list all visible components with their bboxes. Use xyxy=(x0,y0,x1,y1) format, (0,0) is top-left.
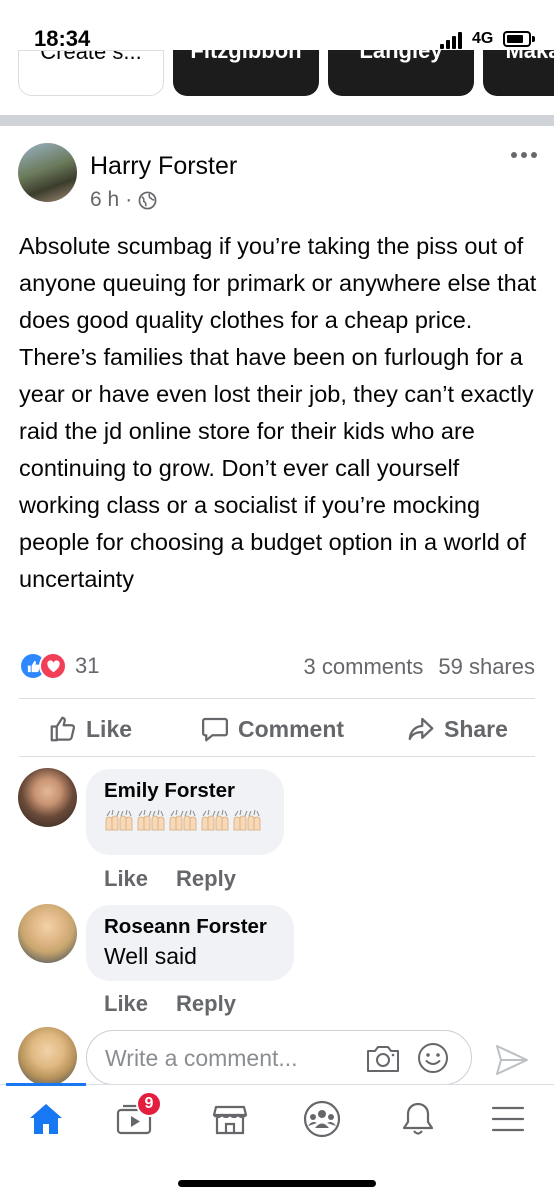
status-time: 18:34 xyxy=(34,26,91,51)
camera-icon[interactable] xyxy=(365,1042,401,1074)
post-author-name[interactable]: Harry Forster xyxy=(90,152,237,181)
raised-hands-emoji-icon xyxy=(233,809,261,831)
comment-input[interactable]: Write a comment... xyxy=(86,1030,472,1085)
battery-icon xyxy=(503,31,535,47)
love-reaction-icon xyxy=(39,652,67,680)
raised-hands-emoji-icon xyxy=(201,809,229,831)
tab-groups[interactable] xyxy=(292,1097,352,1141)
bell-icon xyxy=(402,1102,434,1135)
comment-like-button[interactable]: Like xyxy=(104,866,148,892)
commenter-avatar[interactable] xyxy=(18,904,77,963)
signal-icon xyxy=(440,32,466,49)
story-chip-create[interactable]: Create s... xyxy=(18,50,164,96)
commenter-name[interactable]: Roseann Forster xyxy=(104,915,276,939)
thumbs-up-icon xyxy=(50,716,76,742)
comment-actions: Like Reply xyxy=(104,991,236,1017)
like-button[interactable]: Like xyxy=(48,714,132,744)
send-icon[interactable] xyxy=(494,1042,530,1078)
commenter-avatar[interactable] xyxy=(18,768,77,827)
more-options-icon[interactable] xyxy=(510,150,538,160)
comment-reply-button[interactable]: Reply xyxy=(176,991,236,1017)
comment-reply-button[interactable]: Reply xyxy=(176,866,236,892)
comment-bubble: Emily Forster xyxy=(86,769,284,855)
my-avatar xyxy=(18,1027,77,1086)
comment-button[interactable]: Comment xyxy=(200,714,344,744)
story-chip[interactable]: Fitzgibbon xyxy=(173,50,319,96)
tab-watch[interactable]: 9 xyxy=(104,1091,164,1141)
story-label: Create s... xyxy=(40,50,142,64)
story-label: Maka xyxy=(505,50,554,63)
comment-like-button[interactable]: Like xyxy=(104,991,148,1017)
commenter-name[interactable]: Emily Forster xyxy=(104,779,266,803)
tab-notifications[interactable] xyxy=(388,1097,448,1141)
comment-icon xyxy=(202,717,228,742)
section-divider xyxy=(0,115,554,126)
raised-hands-emoji-icon xyxy=(169,809,197,831)
story-chip[interactable]: Maka xyxy=(483,50,554,96)
engagement-counts: 3 comments 59 shares xyxy=(304,654,535,680)
tab-marketplace[interactable] xyxy=(200,1097,260,1141)
active-tab-indicator xyxy=(6,1083,86,1086)
notification-badge: 9 xyxy=(136,1091,162,1117)
comment-bubble: Roseann Forster Well said xyxy=(86,905,294,981)
marketplace-icon xyxy=(212,1105,248,1135)
emoji-icon[interactable] xyxy=(417,1042,449,1074)
post-action-bar: Like Comment Share xyxy=(0,706,554,754)
comment-text: Well said xyxy=(104,943,197,969)
post-author-avatar[interactable] xyxy=(18,143,77,202)
groups-icon xyxy=(303,1100,341,1138)
story-chip[interactable]: Langley xyxy=(328,50,474,96)
story-label: Fitzgibbon xyxy=(190,50,302,63)
meta-separator: · xyxy=(125,188,133,211)
raised-hands-emoji-icon xyxy=(137,809,165,831)
stories-strip[interactable]: Create s... Fitzgibbon Langley Maka xyxy=(0,50,554,96)
reaction-count: 31 xyxy=(75,653,100,678)
shares-count[interactable]: 59 shares xyxy=(438,654,535,680)
raised-hands-emoji-row xyxy=(104,809,266,831)
post-meta: 6 h · xyxy=(90,188,157,212)
tab-home[interactable] xyxy=(16,1097,76,1141)
home-icon xyxy=(30,1104,62,1134)
divider xyxy=(19,756,535,757)
post-body-text: Absolute scumbag if you’re taking the pi… xyxy=(19,233,537,592)
share-label: Share xyxy=(444,715,508,742)
home-indicator xyxy=(178,1180,376,1187)
tab-menu[interactable] xyxy=(478,1097,538,1141)
post-time[interactable]: 6 h xyxy=(90,188,119,212)
reactions-summary[interactable]: 31 xyxy=(19,652,99,680)
comment-actions: Like Reply xyxy=(104,866,236,892)
share-icon xyxy=(408,717,434,741)
share-button[interactable]: Share xyxy=(406,714,508,744)
like-label: Like xyxy=(86,715,133,742)
hamburger-menu-icon xyxy=(491,1106,525,1132)
comment-input-placeholder: Write a comment... xyxy=(105,1045,298,1071)
raised-hands-emoji-icon xyxy=(105,809,133,831)
comments-count[interactable]: 3 comments xyxy=(304,654,424,680)
network-label: 4G xyxy=(472,30,494,47)
globe-icon xyxy=(138,191,157,209)
story-label: Langley xyxy=(359,50,443,63)
divider xyxy=(19,698,535,699)
comment-label: Comment xyxy=(238,715,345,742)
